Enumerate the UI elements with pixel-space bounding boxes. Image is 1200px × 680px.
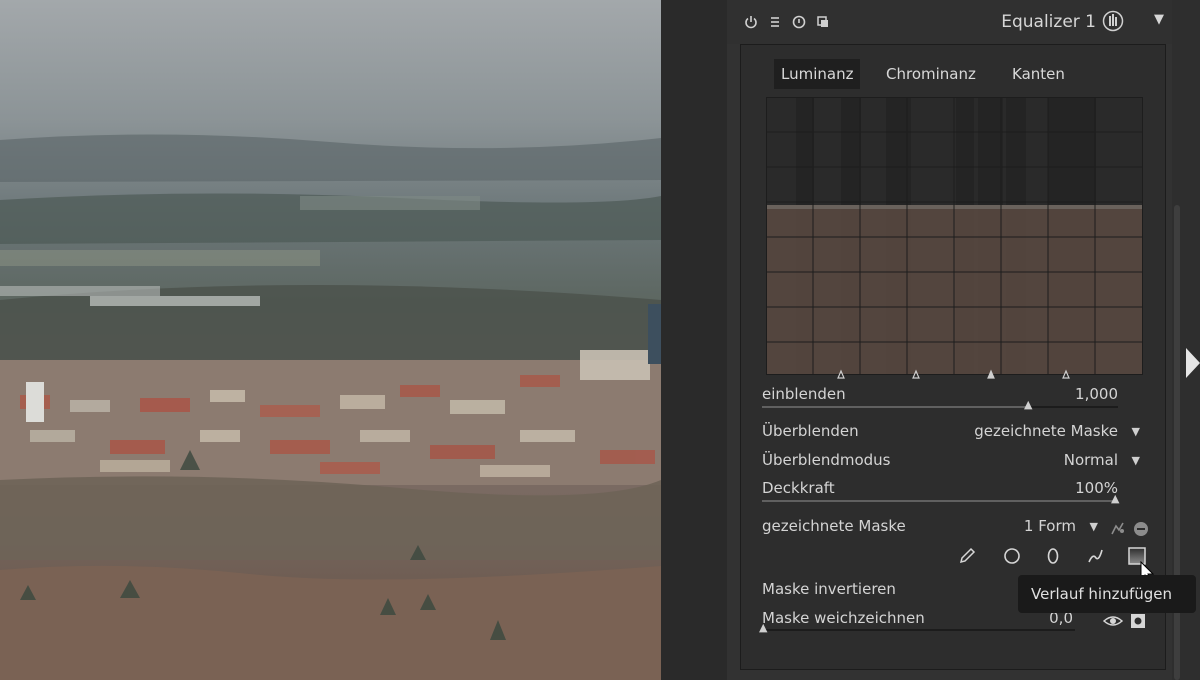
- circle-icon[interactable]: [1001, 545, 1023, 567]
- drawn-mask-label: gezeichnete Maske: [762, 517, 906, 535]
- blending-value[interactable]: gezeichnete Maske: [974, 422, 1118, 440]
- power-icon[interactable]: [743, 14, 759, 30]
- invert-mask-label[interactable]: Maske invertieren: [762, 580, 896, 598]
- blend-slider-handle[interactable]: ▲: [1024, 398, 1032, 411]
- tab-chrominance[interactable]: Chrominanz: [879, 59, 983, 89]
- image-preview[interactable]: [0, 0, 661, 680]
- landscape-photo: [0, 0, 661, 680]
- blend-mode-dropdown-icon[interactable]: ▼: [1132, 454, 1140, 467]
- blend-value: 1,000: [1075, 385, 1118, 403]
- ellipse-icon[interactable]: [1042, 545, 1064, 567]
- pencil-icon[interactable]: [956, 545, 978, 567]
- module-header: Equalizer 1 ▼: [727, 0, 1172, 44]
- panel-gutter: [661, 0, 727, 680]
- tab-edges[interactable]: Kanten: [1005, 59, 1072, 89]
- remove-shapes-icon[interactable]: [1133, 521, 1149, 537]
- feather-mask-slider-handle[interactable]: ▲: [759, 621, 767, 634]
- path-icon[interactable]: [1084, 545, 1106, 567]
- opacity-slider-fill: [762, 500, 1114, 502]
- blend-label: einblenden: [762, 385, 846, 403]
- duplicate-icon[interactable]: [815, 14, 831, 30]
- graph-markers[interactable]: [766, 367, 1143, 379]
- feather-mask-label: Maske weichzeichnen: [762, 609, 925, 627]
- hamburger-icon[interactable]: [767, 14, 783, 30]
- module-title: Equalizer 1: [1001, 12, 1096, 32]
- show-mask-shapes-icon[interactable]: [1109, 519, 1127, 537]
- tab-luminance[interactable]: Luminanz: [774, 59, 861, 89]
- opacity-slider-handle[interactable]: ▲: [1111, 492, 1119, 505]
- blend-slider-fill: [762, 406, 1030, 408]
- feather-mask-slider[interactable]: [762, 629, 1075, 631]
- eye-icon[interactable]: [1102, 613, 1124, 629]
- reset-icon[interactable]: [791, 14, 807, 30]
- blend-mode-value[interactable]: Normal: [1064, 451, 1118, 469]
- drawn-mask-value[interactable]: 1 Form: [1024, 517, 1076, 535]
- expand-panel-arrow-icon[interactable]: [1186, 348, 1200, 382]
- equalizer-graph[interactable]: [766, 97, 1143, 375]
- blend-mode-label: Überblendmodus: [762, 451, 891, 469]
- drawn-mask-dropdown-icon[interactable]: ▼: [1090, 520, 1098, 533]
- blending-label: Überblenden: [762, 422, 859, 440]
- mask-display-icon[interactable]: [1130, 613, 1146, 629]
- blending-dropdown-icon[interactable]: ▼: [1132, 425, 1140, 438]
- tooltip: Verlauf hinzufügen: [1018, 575, 1196, 613]
- presets-icon[interactable]: [1102, 10, 1124, 32]
- module-menu-caret-icon[interactable]: ▼: [1154, 12, 1164, 27]
- opacity-label: Deckkraft: [762, 479, 835, 497]
